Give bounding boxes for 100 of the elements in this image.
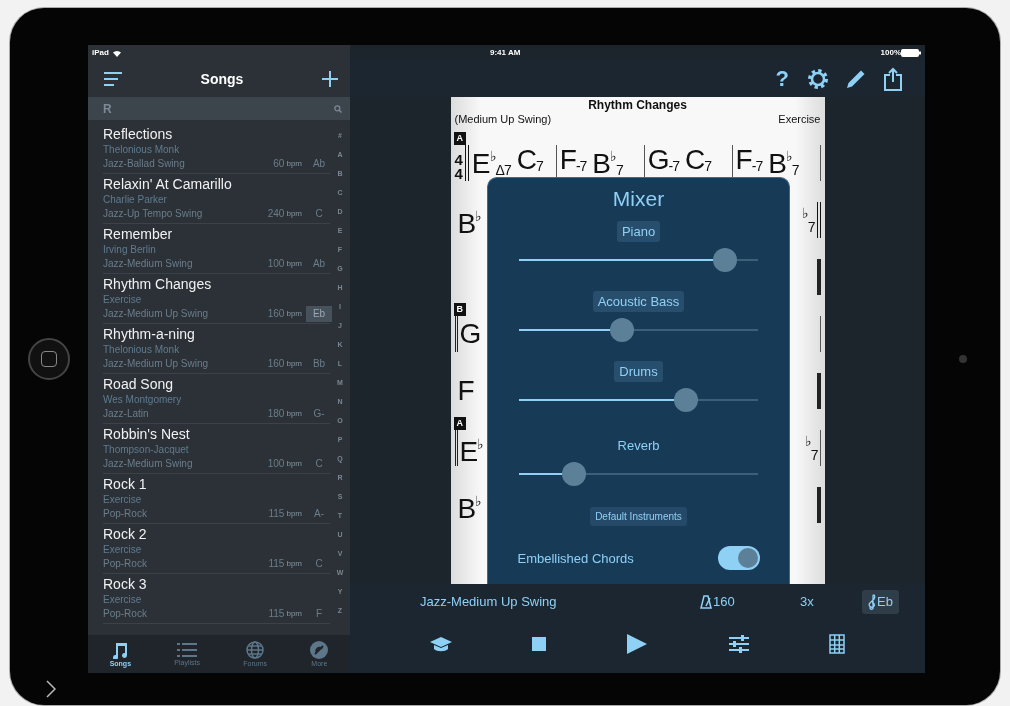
song-title: Rock 3: [103, 575, 148, 593]
song-tempo: 100: [267, 256, 285, 271]
song-composer: Wes Montgomery: [103, 392, 183, 406]
song-row[interactable]: Rhythm Changes Exercise Jazz-Medium Up Swing 160 bpm Eb: [103, 274, 330, 324]
song-tempo: 100: [267, 456, 285, 471]
panel-title: Songs: [200, 70, 244, 87]
chevron-right-icon[interactable]: [46, 680, 56, 698]
section-marker: B: [453, 303, 466, 316]
song-row[interactable]: Reflections Thelonious Monk Jazz-Ballad Swing 60 bpm Ab: [103, 124, 330, 174]
song-row[interactable]: Rock 1 Exercise Pop-Rock 115 bpm A-: [103, 474, 330, 524]
chord-symbol: C$_{7}$: [684, 145, 711, 177]
plus-icon[interactable]: [322, 70, 338, 87]
tempo-unit: bpm: [286, 507, 302, 520]
slashed-circle-icon: [310, 641, 329, 659]
song-title: Rhythm Changes: [103, 275, 213, 293]
song-title: Rock 1: [103, 475, 148, 493]
song-title: Reflections: [103, 125, 174, 143]
song-key: G-: [306, 405, 332, 422]
song-composer: Exercise: [103, 592, 143, 606]
key-button[interactable]: Eb: [862, 589, 899, 614]
song-style: Jazz-Medium Up Swing: [103, 356, 210, 371]
song-tempo: 115: [268, 556, 285, 571]
music-note-icon: [111, 641, 130, 659]
battery-level: 100%: [880, 48, 901, 57]
song-title: Rock 2: [103, 525, 148, 543]
song-composer: Exercise: [103, 542, 143, 556]
slider-thumb[interactable]: [712, 248, 737, 272]
channel-label: Acoustic Bass: [592, 291, 685, 312]
clock: 9:41 AM: [490, 48, 521, 57]
treble-clef-icon: [868, 593, 877, 610]
song-tempo: 180: [267, 406, 285, 421]
song-style: Pop-Rock: [103, 506, 148, 521]
tempo-value[interactable]: 160: [713, 594, 735, 609]
song-row[interactable]: Road Song Wes Montgomery Jazz-Latin 180 bpm G-: [103, 374, 330, 424]
section-letter: R: [103, 101, 112, 116]
share-icon[interactable]: [883, 66, 903, 91]
song-key: Ab: [306, 155, 332, 172]
song-row[interactable]: Relaxin' At Camarillo Charlie Parker Jazz-Up Tempo Swing 240 bpm C: [103, 174, 330, 224]
sliders-icon[interactable]: [728, 634, 749, 654]
song-key: C: [306, 205, 332, 222]
battery-icon: [901, 48, 921, 57]
stop-icon[interactable]: [532, 637, 547, 651]
camera-dot: [958, 355, 967, 363]
song-title: Robbin's Nest: [103, 425, 191, 443]
song-title: Relaxin' At Camarillo: [103, 175, 233, 193]
song-composer: Thompson-Jacquet: [103, 442, 190, 456]
tempo-unit: bpm: [286, 357, 302, 370]
tempo-unit: bpm: [286, 557, 302, 570]
sheet-style: (Medium Up Swing): [454, 112, 552, 126]
toggle-switch[interactable]: [717, 546, 760, 570]
song-style: Jazz-Medium Swing: [103, 456, 194, 471]
song-title: Remember: [103, 225, 174, 243]
song-row[interactable]: Rhythm-a-ning Thelonious Monk Jazz-Medium Up Swing 160 bpm Bb: [103, 324, 330, 374]
song-tempo: 160: [267, 356, 285, 371]
song-row[interactable]: Remember Irving Berlin Jazz-Medium Swing 100 bpm Ab: [103, 224, 330, 274]
channel-label: Reverb: [616, 437, 661, 455]
channel-label: Drums: [614, 361, 663, 382]
menu-icon[interactable]: [104, 71, 122, 86]
song-style: Pop-Rock: [103, 556, 148, 571]
song-row[interactable]: Rock 3 Exercise Pop-Rock 115 bpm F: [103, 574, 330, 624]
slider-thumb[interactable]: [609, 318, 634, 342]
slider-thumb[interactable]: [674, 388, 699, 412]
help-button[interactable]: ?: [773, 65, 791, 92]
default-instruments-button[interactable]: Default Instruments: [590, 507, 687, 526]
song-key: C: [306, 555, 332, 572]
song-tempo: 240: [267, 206, 285, 221]
repeat-count[interactable]: 3x: [800, 594, 863, 609]
chord-symbol: F: [457, 376, 474, 406]
section-marker: A: [453, 417, 466, 430]
chord-symbol: F$_{-7}$: [559, 145, 587, 177]
settings-icon[interactable]: [807, 67, 829, 90]
home-button[interactable]: [28, 338, 70, 380]
song-style: Pop-Rock: [103, 606, 148, 621]
chord-symbol: B$^{♭}$: [457, 492, 482, 524]
tempo-unit: bpm: [286, 457, 302, 470]
song-tempo: 115: [268, 506, 285, 521]
song-row[interactable]: Rock 2 Exercise Pop-Rock 115 bpm C: [103, 524, 330, 574]
mixer-title: Mixer: [612, 187, 665, 211]
song-tempo: 60: [273, 156, 285, 171]
song-key: C: [306, 455, 332, 472]
song-style: Jazz-Medium Swing: [103, 256, 194, 271]
slider-thumb[interactable]: [561, 462, 586, 486]
wifi-icon: [111, 48, 122, 57]
search-icon[interactable]: [334, 104, 342, 113]
song-style: Jazz-Up Tempo Swing: [103, 206, 204, 221]
song-composer: Charlie Parker: [103, 192, 168, 206]
song-key: A-: [306, 505, 332, 522]
globe-icon: [246, 641, 265, 659]
chord-symbol: B$^{♭}$: [457, 207, 482, 239]
play-icon[interactable]: [626, 633, 649, 655]
chord-symbol: E$^{♭}$: [459, 435, 484, 467]
song-row[interactable]: Robbin's Nest Thompson-Jacquet Jazz-Medium Swing 100 bpm C: [103, 424, 330, 474]
chord-symbol: F$_{-7}$: [735, 145, 763, 177]
style-name[interactable]: Jazz-Medium Up Swing: [420, 594, 700, 609]
song-composer: Exercise: [103, 492, 143, 506]
grid-icon[interactable]: [828, 634, 845, 654]
metronome-icon: [700, 594, 712, 609]
song-tempo: 160: [267, 306, 285, 321]
sheet-title: Rhythm Changes: [587, 99, 688, 112]
time-signature: 4 4: [454, 153, 463, 181]
